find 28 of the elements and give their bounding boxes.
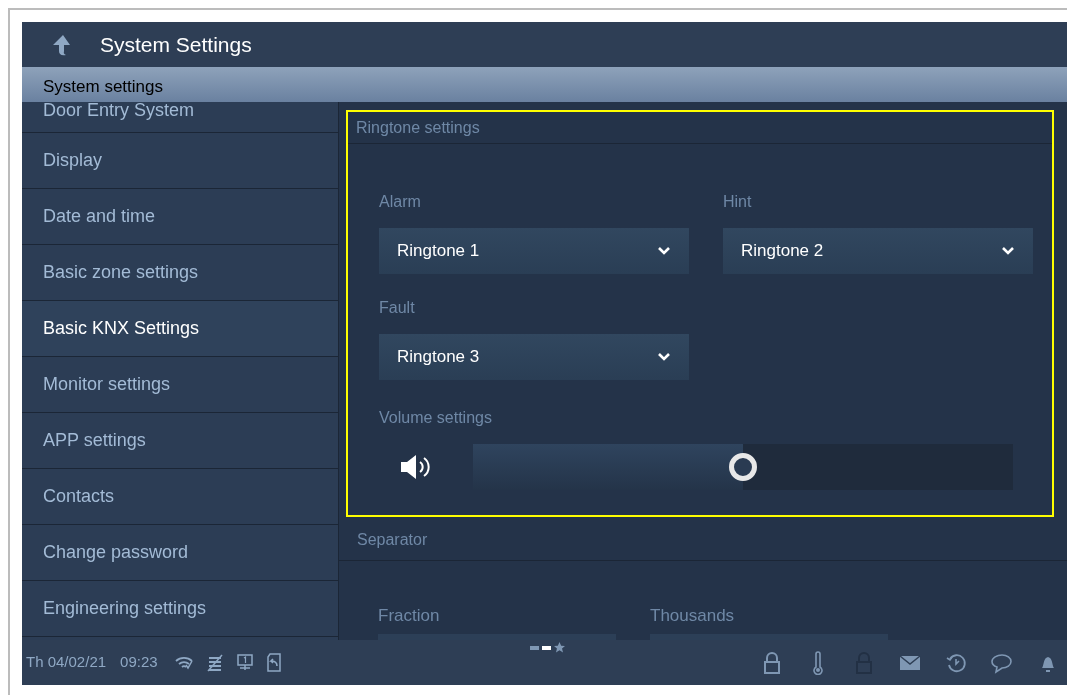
chevron-down-icon: [657, 246, 671, 256]
star-icon[interactable]: [554, 642, 565, 653]
field-label: Fraction: [378, 604, 441, 627]
chevron-down-icon: [657, 352, 671, 362]
striped-block-icon: [205, 653, 224, 672]
sidebar-item[interactable]: Door Entry System: [22, 102, 338, 133]
ringtone-dropdown[interactable]: Ringtone 3: [379, 334, 689, 380]
slider-thumb[interactable]: [729, 453, 757, 481]
wifi-icon: [173, 654, 194, 671]
volume-label: Volume settings: [379, 408, 493, 428]
chevron-down-icon: [1001, 246, 1015, 256]
section-title: Separator: [357, 530, 428, 551]
dropdown-label: Hint: [723, 192, 753, 212]
sidebar-item[interactable]: Basic KNX Settings: [22, 301, 338, 357]
section-title: Ringtone settings: [356, 117, 480, 138]
status-date: Th 04/02/21: [26, 652, 107, 673]
section-bar: System settings: [22, 67, 1067, 102]
monitor-icon: [235, 653, 254, 672]
memory-card-icon: [265, 653, 282, 672]
volume-slider-track[interactable]: [473, 444, 1013, 490]
status-time: 09:23: [120, 652, 158, 673]
dropdown-label: Alarm: [379, 192, 422, 212]
header-title: System Settings: [100, 31, 252, 58]
field-label: Thousands: [650, 604, 736, 627]
lock-icon[interactable]: [761, 650, 783, 675]
dropdown-label: Fault: [379, 298, 416, 318]
ringtone-dropdown[interactable]: Ringtone 1: [379, 228, 689, 274]
ringtone-dropdown[interactable]: Ringtone 2: [723, 228, 1033, 274]
